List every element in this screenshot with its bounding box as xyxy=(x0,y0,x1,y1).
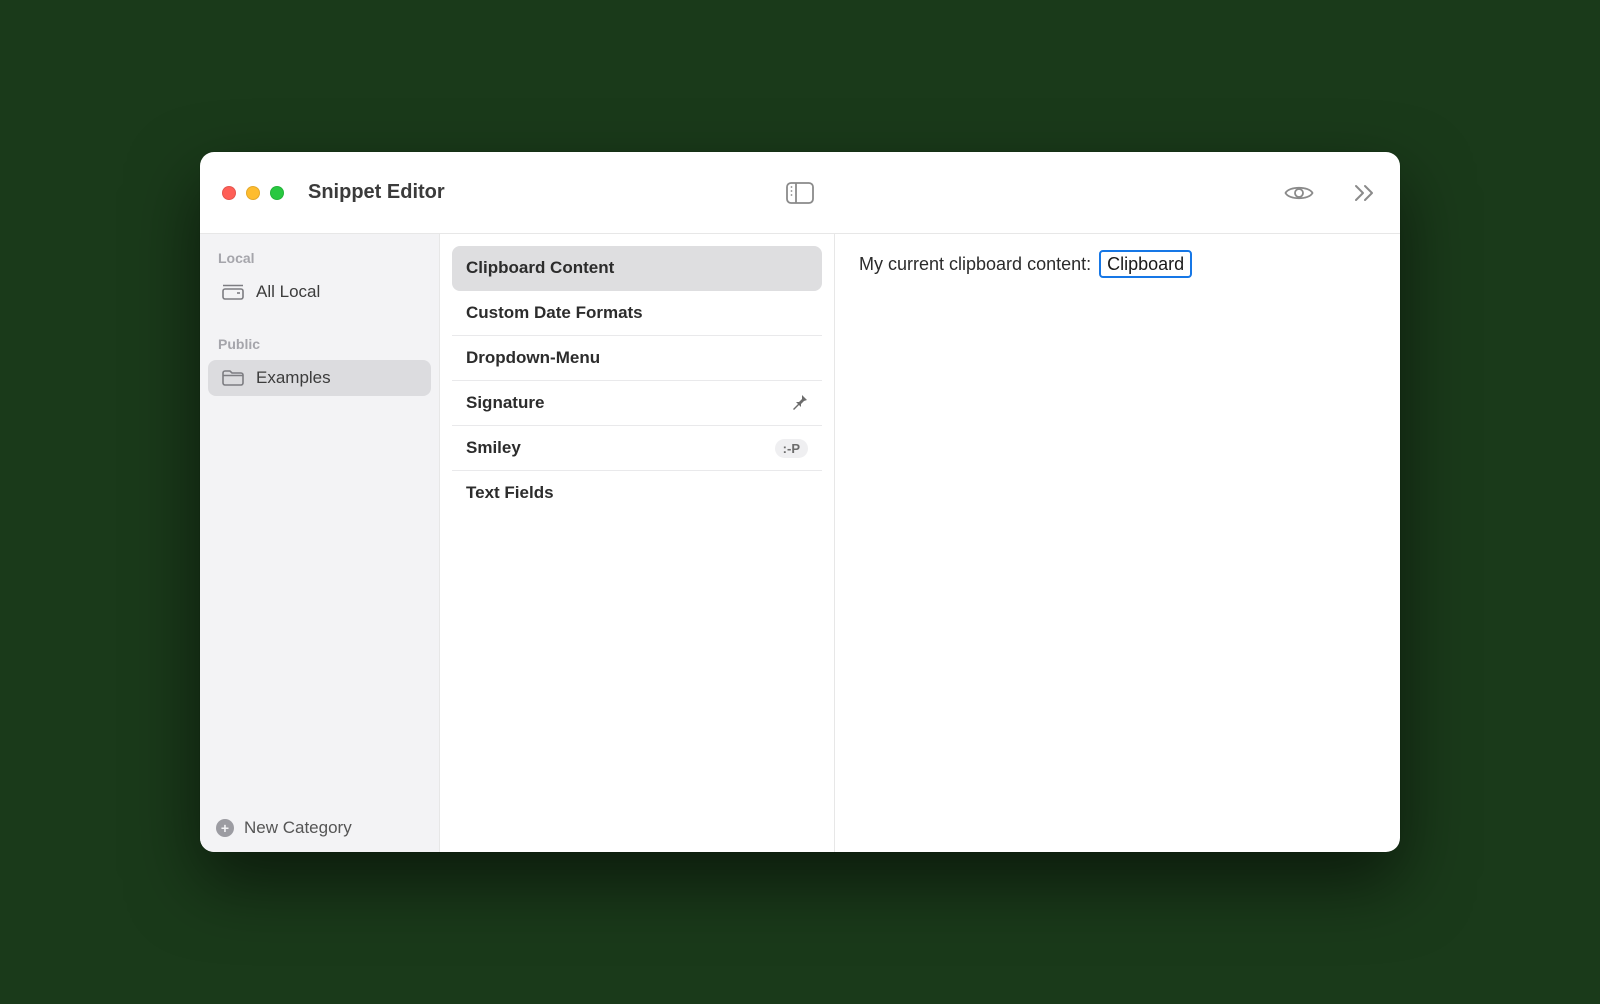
sidebar-item-all-local[interactable]: All Local xyxy=(208,274,431,310)
snippet-label: Clipboard Content xyxy=(466,258,614,278)
snippet-row-text-fields[interactable]: Text Fields xyxy=(452,471,822,515)
sidebar-toggle-icon[interactable] xyxy=(786,182,814,204)
snippet-row-custom-date-formats[interactable]: Custom Date Formats xyxy=(452,291,822,336)
sidebar-section-header: Local xyxy=(200,244,439,272)
snippet-label: Signature xyxy=(466,393,544,413)
clipboard-token[interactable]: Clipboard xyxy=(1099,250,1192,278)
editor-text: My current clipboard content: xyxy=(859,254,1091,275)
eye-icon[interactable] xyxy=(1284,183,1314,203)
main-panes: Local All Local Public xyxy=(200,234,1400,852)
folder-icon xyxy=(222,370,244,386)
plus-circle-icon: + xyxy=(216,819,234,837)
snippet-label: Smiley xyxy=(466,438,521,458)
sidebar-section-header: Public xyxy=(200,330,439,358)
traffic-lights xyxy=(222,186,284,200)
window-title: Snippet Editor xyxy=(308,181,445,204)
app-window: Snippet Editor xyxy=(200,152,1400,852)
toolbar-right xyxy=(1284,183,1376,203)
sidebar: Local All Local Public xyxy=(200,234,440,852)
sidebar-item-examples[interactable]: Examples xyxy=(208,360,431,396)
chevron-double-right-icon[interactable] xyxy=(1354,184,1376,202)
close-button[interactable] xyxy=(222,186,236,200)
titlebar: Snippet Editor xyxy=(200,152,1400,234)
snippet-list: Clipboard Content Custom Date Formats Dr… xyxy=(440,234,835,852)
snippet-label: Dropdown-Menu xyxy=(466,348,600,368)
snippet-row-clipboard-content[interactable]: Clipboard Content xyxy=(452,246,822,291)
toolbar-center xyxy=(786,182,814,204)
snippet-row-dropdown-menu[interactable]: Dropdown-Menu xyxy=(452,336,822,381)
snippet-row-smiley[interactable]: Smiley :-P xyxy=(452,426,822,471)
new-category-label: New Category xyxy=(244,818,352,838)
pin-icon xyxy=(792,394,808,413)
snippet-shortcut-chip: :-P xyxy=(775,439,808,458)
minimize-button[interactable] xyxy=(246,186,260,200)
sidebar-item-label: Examples xyxy=(256,368,331,388)
snippet-row-signature[interactable]: Signature xyxy=(452,381,822,426)
sidebar-item-label: All Local xyxy=(256,282,320,302)
snippet-label: Custom Date Formats xyxy=(466,303,643,323)
tray-icon xyxy=(222,284,244,300)
new-category-button[interactable]: + New Category xyxy=(200,804,439,852)
zoom-button[interactable] xyxy=(270,186,284,200)
snippet-label: Text Fields xyxy=(466,483,554,503)
editor-pane[interactable]: My current clipboard content: Clipboard xyxy=(835,234,1400,852)
